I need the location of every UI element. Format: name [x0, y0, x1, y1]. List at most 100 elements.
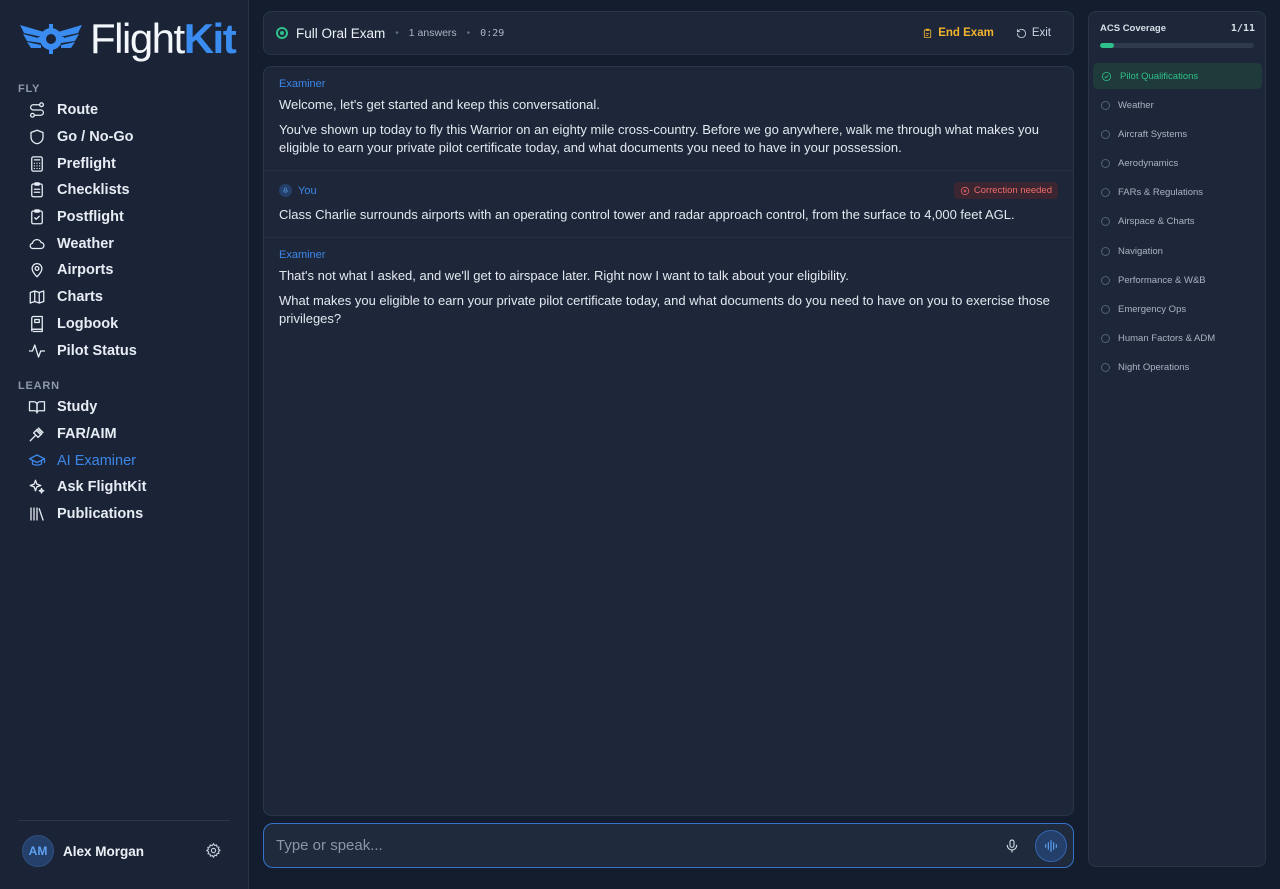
separator-dot: •: [466, 27, 471, 39]
app-root: FlightKit FLY Route Go / No-Go Preflight…: [0, 0, 1280, 889]
circle-icon: [1101, 305, 1110, 314]
exit-button[interactable]: Exit: [1016, 27, 1051, 39]
end-exam-label: End Exam: [938, 27, 994, 39]
circle-icon: [1101, 217, 1110, 227]
graduation-cap-icon: [28, 452, 46, 470]
coverage-item-label: Emergency Ops: [1118, 304, 1187, 315]
mic-button[interactable]: [1001, 835, 1023, 857]
brand-logo[interactable]: FlightKit: [18, 14, 237, 64]
coverage-item-night-operations[interactable]: Night Operations: [1093, 355, 1262, 381]
gear-icon[interactable]: [205, 842, 222, 859]
coverage-item-airspace-charts[interactable]: Airspace & Charts: [1093, 209, 1262, 235]
coverage-item-aircraft-systems[interactable]: Aircraft Systems: [1093, 121, 1262, 147]
coverage-item-label: Aerodynamics: [1118, 158, 1179, 170]
voice-mode-button[interactable]: [1035, 829, 1067, 862]
coverage-item-human-factors-adm[interactable]: Human Factors & ADM: [1093, 326, 1262, 352]
nav-item-label: AI Examiner: [57, 452, 136, 469]
exit-label: Exit: [1031, 27, 1051, 39]
audio-waveform-icon: [1045, 839, 1057, 852]
avatar[interactable]: AM: [22, 835, 54, 867]
coverage-item-fars-regulations[interactable]: FARs & Regulations: [1093, 180, 1262, 206]
coverage-list: Pilot Qualifications Weather Aircraft Sy…: [1093, 63, 1262, 384]
check-circle-icon: [1101, 71, 1112, 82]
chat-transcript[interactable]: Examiner Welcome, let's get started and …: [263, 66, 1074, 816]
fly-nav-list: Route Go / No-Go Preflight Checklists Po…: [20, 97, 230, 364]
coverage-item-label: Night Operations: [1118, 362, 1190, 374]
circle-icon: [1101, 275, 1110, 285]
message-role: Examiner: [279, 249, 326, 261]
circle-icon: [1101, 129, 1110, 139]
message-input[interactable]: [276, 837, 1001, 854]
message-text: Welcome, let's get started and keep this…: [279, 97, 600, 112]
circle-icon: [1101, 246, 1110, 256]
sparkles-icon: [28, 478, 46, 496]
header-actions: End Exam Exit: [922, 27, 1061, 39]
clipboard-icon: [28, 181, 46, 199]
coverage-item-label: Pilot Qualifications: [1120, 70, 1199, 82]
nav-item-pilot-status[interactable]: Pilot Status: [20, 337, 230, 364]
cloud-icon: [28, 235, 46, 253]
brand-wordmark: FlightKit: [90, 15, 237, 62]
nav-item-label: Go / No-Go: [57, 129, 134, 146]
nav-item-go-no-go[interactable]: Go / No-Go: [20, 124, 230, 151]
mic-icon: [1006, 838, 1018, 853]
nav-item-label: Weather: [57, 235, 114, 252]
coverage-item-aerodynamics[interactable]: Aerodynamics: [1093, 151, 1262, 177]
nav-section-fly: FLY: [18, 83, 41, 95]
coverage-count: 1/11: [1230, 23, 1255, 34]
user-message: You Correction needed Class Charlie surr…: [264, 171, 1073, 238]
nav-item-label: FAR/AIM: [57, 426, 117, 443]
nav-item-airports[interactable]: Airports: [20, 257, 230, 284]
rotate-ccw-icon: [1016, 28, 1026, 38]
coverage-item-emergency-ops[interactable]: Emergency Ops: [1093, 297, 1262, 323]
map-icon: [28, 288, 46, 306]
clipboard-icon: [924, 28, 932, 38]
message-role: You: [279, 184, 317, 197]
coverage-item-performance-wb[interactable]: Performance & W&B: [1093, 267, 1262, 293]
nav-item-route[interactable]: Route: [20, 97, 230, 124]
live-status-icon: [276, 27, 288, 39]
message-text: What makes you eligible to earn your pri…: [279, 293, 1050, 326]
nav-item-weather[interactable]: Weather: [20, 230, 230, 257]
message-text: Class Charlie surrounds airports with an…: [279, 207, 1015, 222]
shield-icon: [28, 128, 46, 146]
coverage-item-pilot-qualifications[interactable]: Pilot Qualifications: [1093, 63, 1262, 89]
coverage-header: ACS Coverage 1/11: [1100, 23, 1255, 34]
nav-item-logbook[interactable]: Logbook: [20, 311, 230, 338]
nav-item-preflight[interactable]: Preflight: [20, 150, 230, 177]
user-profile[interactable]: AM Alex Morgan: [22, 834, 230, 868]
separator-dot: •: [395, 27, 399, 39]
user-name: Alex Morgan: [63, 843, 145, 859]
end-exam-button[interactable]: End Exam: [922, 27, 994, 39]
nav-item-publications[interactable]: Publications: [20, 501, 230, 528]
coverage-item-navigation[interactable]: Navigation: [1093, 238, 1262, 264]
open-book-icon: [28, 398, 46, 416]
nav-section-learn: LEARN: [18, 380, 60, 392]
nav-item-label: Charts: [57, 289, 103, 306]
exam-header: Full Oral Exam • 1 answers • 0:29 End Ex…: [263, 11, 1074, 55]
nav-item-checklists[interactable]: Checklists: [20, 177, 230, 204]
nav-item-far-aim[interactable]: FAR/AIM: [20, 421, 230, 448]
correction-badge: Correction needed: [953, 182, 1058, 199]
nav-item-label: Postflight: [57, 209, 124, 226]
nav-item-ask-flightkit[interactable]: Ask FlightKit: [20, 474, 230, 501]
nav-item-ai-examiner[interactable]: AI Examiner: [20, 447, 230, 474]
acs-coverage-panel: ACS Coverage 1/11 Pilot Qualifications W…: [1088, 11, 1266, 867]
nav-item-label: Airports: [57, 262, 114, 279]
message-role: Examiner: [279, 78, 326, 90]
circle-icon: [1101, 188, 1110, 198]
coverage-item-weather[interactable]: Weather: [1093, 92, 1262, 118]
nav-item-study[interactable]: Study: [20, 394, 230, 421]
winged-gear-icon: [20, 24, 82, 54]
coverage-title: ACS Coverage: [1100, 23, 1166, 34]
sidebar-divider: [18, 820, 230, 821]
map-pin-icon: [28, 261, 46, 279]
exam-timer: 0:29: [480, 27, 505, 39]
nav-item-postflight[interactable]: Postflight: [20, 204, 230, 231]
learn-nav-list: Study FAR/AIM AI Examiner Ask FlightKit …: [20, 394, 230, 527]
gavel-icon: [28, 425, 46, 443]
coverage-item-label: Aircraft Systems: [1118, 128, 1188, 140]
correction-badge-label: Correction needed: [973, 185, 1052, 196]
nav-item-label: Logbook: [57, 315, 119, 332]
nav-item-charts[interactable]: Charts: [20, 284, 230, 311]
